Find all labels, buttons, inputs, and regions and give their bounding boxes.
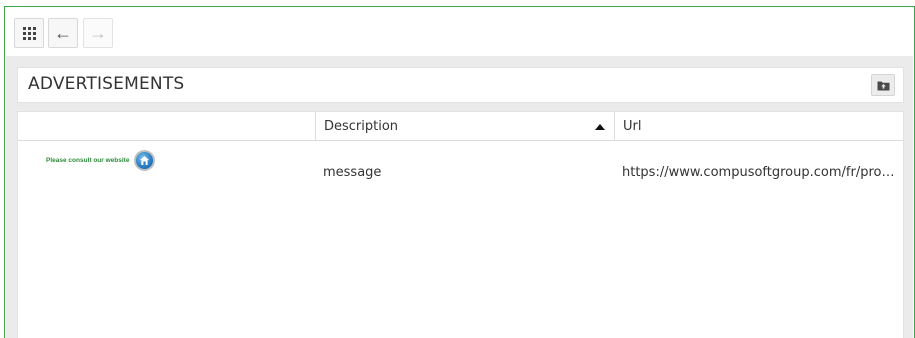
folder-export-icon xyxy=(877,81,889,90)
sort-ascending-icon xyxy=(595,124,605,130)
panel-header: ADVERTISEMENTS xyxy=(17,67,904,103)
grid-icon xyxy=(22,26,36,40)
ad-text: Please consult our website xyxy=(46,157,130,164)
export-button[interactable] xyxy=(871,74,895,96)
arrow-left-icon: ← xyxy=(54,23,72,43)
column-header-image[interactable] xyxy=(18,112,315,141)
home-icon xyxy=(134,150,156,171)
toolbar: ← → xyxy=(6,8,913,56)
column-header-description[interactable]: Description xyxy=(315,112,614,141)
column-header-label: Description xyxy=(324,119,399,134)
advertisement-image: Please consult our website xyxy=(46,150,156,171)
table-header: Description Url xyxy=(18,112,903,141)
column-header-url[interactable]: Url xyxy=(614,112,903,141)
arrow-right-icon: → xyxy=(89,23,107,43)
page-title: ADVERTISEMENTS xyxy=(28,74,185,94)
advertisements-table: Description Url Please consult our websi… xyxy=(17,111,904,338)
forward-button[interactable]: → xyxy=(83,18,113,48)
back-button[interactable]: ← xyxy=(48,18,78,48)
table-row[interactable]: Please consult our website message https… xyxy=(18,142,903,200)
description-cell: message xyxy=(323,165,382,180)
apps-grid-button[interactable] xyxy=(14,18,44,48)
url-cell: https://www.compusoftgroup.com/fr/produi… xyxy=(622,165,897,180)
